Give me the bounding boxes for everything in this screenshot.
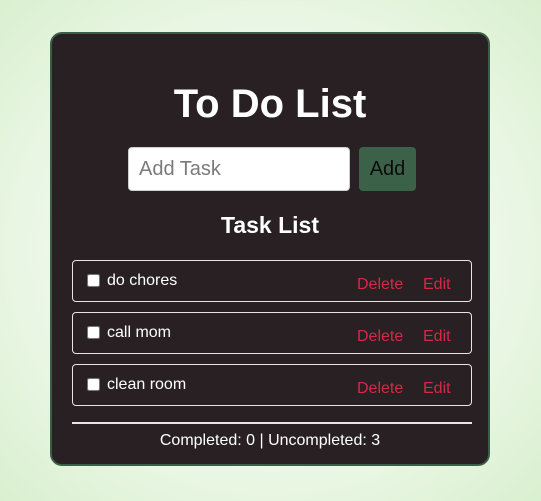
delete-task-button[interactable]: Delete: [357, 380, 403, 398]
edit-task-button[interactable]: Edit: [423, 380, 451, 398]
task-text: call mom: [107, 324, 172, 341]
task-row: call mom Delete Edit: [72, 312, 472, 354]
delete-task-button[interactable]: Delete: [357, 276, 403, 294]
edit-task-button[interactable]: Edit: [423, 328, 451, 346]
edit-task-button[interactable]: Edit: [423, 276, 451, 294]
todo-card: To Do List Add Task List do chores Delet…: [50, 32, 490, 466]
app-title: To Do List: [173, 82, 367, 126]
task-list-heading: Task List: [221, 212, 319, 238]
divider: [72, 422, 472, 424]
task-row: clean room Delete Edit: [72, 364, 472, 406]
task-summary: Completed: 0 | Uncompleted: 3: [159, 432, 381, 449]
task-text: clean room: [107, 376, 187, 393]
task-checkbox[interactable]: [87, 274, 100, 287]
task-checkbox[interactable]: [87, 326, 100, 339]
task-text: do chores: [107, 272, 178, 289]
add-task-input[interactable]: [128, 147, 350, 191]
task-row: do chores Delete Edit: [72, 260, 472, 302]
task-checkbox[interactable]: [87, 378, 100, 391]
add-task-button[interactable]: Add: [359, 147, 416, 191]
delete-task-button[interactable]: Delete: [357, 328, 403, 346]
